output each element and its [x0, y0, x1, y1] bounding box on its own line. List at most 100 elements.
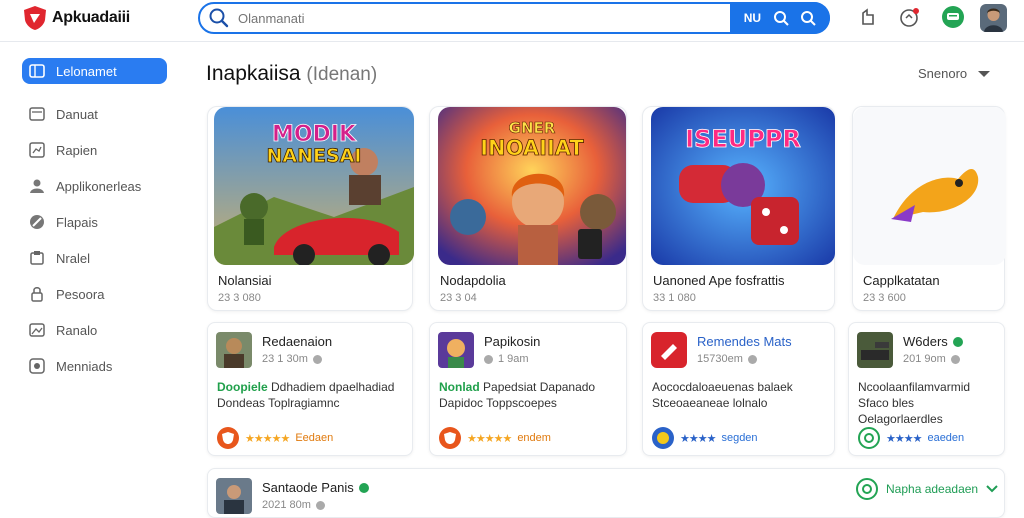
search-action-label[interactable]: NU	[744, 11, 761, 25]
app-list-row[interactable]: Santaode Panis 2021 80m Napha adeadaen	[207, 468, 1005, 518]
app-name: Nolansiai	[218, 273, 272, 288]
sidebar-item-8[interactable]: Menniads	[22, 348, 167, 384]
app-detail-card[interactable]: Papikosin 1 9am Nonlad Papedsiat Dapanad…	[429, 322, 627, 456]
app-meta-text: 23 1 30m	[262, 353, 308, 365]
rating-text: endem	[517, 432, 551, 444]
app-title-text: Redaenaion	[262, 334, 333, 349]
gamepad-icon	[28, 357, 46, 375]
logo-text: Apkuadaiii	[52, 9, 130, 26]
app-meta: 23 3 600	[863, 292, 906, 304]
sidebar-item-5[interactable]: Nralel	[22, 240, 167, 276]
chat-icon[interactable]	[941, 5, 965, 29]
search-input[interactable]	[238, 10, 718, 26]
app-thumbnail	[216, 478, 252, 514]
avatar[interactable]	[980, 4, 1007, 32]
rating-text: Eedaen	[295, 432, 334, 444]
app-title: Papikosin	[484, 334, 540, 349]
search-actions: NU	[730, 2, 830, 34]
sidebar-item-1[interactable]: Danuat	[22, 96, 167, 132]
featured-card[interactable]: ISEUPPR Uanoned Ape fosfrattis 33 1 080	[642, 106, 835, 311]
app-name: Uanoned Ape fosfrattis	[653, 273, 785, 288]
app-meta-text: 201 9om	[903, 353, 946, 365]
search-bar[interactable]: NU	[198, 2, 830, 34]
info-icon	[315, 500, 325, 510]
app-description: Ncoolaanfilamvarmid Sfaco bles Oelagorla…	[858, 379, 996, 427]
game-artwork: MODIK NANESAI	[214, 107, 414, 265]
featured-card[interactable]: Capplkatatan 23 3 600	[852, 106, 1006, 311]
sidebar-item-6[interactable]: Pesoora	[22, 276, 167, 312]
sidebar-item-3[interactable]: Applikonerleas	[22, 168, 167, 204]
verified-icon	[358, 482, 369, 493]
app-logo[interactable]: Apkuadaiii	[22, 5, 130, 31]
svg-text:MODIK: MODIK	[272, 122, 357, 147]
sidebar-item-7[interactable]: Ranalo	[22, 312, 167, 348]
app-logo-artwork	[853, 107, 1006, 265]
app-title-text: W6ders	[903, 334, 948, 349]
star-rating: ★★★★★	[467, 432, 512, 445]
sidebar-item-0[interactable]: Lelonamet	[22, 58, 167, 84]
inbox-icon	[28, 105, 46, 123]
install-action-label: Napha adeadaen	[886, 482, 979, 496]
install-action[interactable]: Napha adeadaen	[856, 478, 998, 500]
featured-card[interactable]: GNER INOAIIAT Nodapdolia 23 3 04	[429, 106, 627, 311]
app-detail-card[interactable]: W6ders 201 9om Ncoolaanfilamvarmid Sfaco…	[848, 322, 1005, 456]
chart-icon	[28, 141, 46, 159]
sort-dropdown[interactable]: Snenoro	[918, 66, 991, 81]
app-detail-card[interactable]: Remendes Mats 15730em Aococdaloaeuenas b…	[642, 322, 835, 456]
star-rating: ★★★★★	[245, 432, 290, 445]
featured-card[interactable]: MODIK NANESAI Nolansiai 23 3 080	[207, 106, 414, 311]
notification-icon[interactable]	[897, 5, 921, 29]
desc-highlight: Nonlad	[439, 380, 480, 394]
search-icon[interactable]	[800, 10, 816, 26]
app-detail-card[interactable]: Redaenaion 23 1 30m Doopiele Ddhadiem dp…	[207, 322, 413, 456]
download-icon[interactable]	[856, 5, 880, 29]
app-title-text: Santaode Panis	[262, 480, 354, 495]
app-title: W6ders	[903, 334, 963, 349]
svg-text:INOAIIAT: INOAIIAT	[480, 136, 584, 160]
app-meta-text: 15730em	[697, 353, 743, 365]
chevron-down-icon	[978, 70, 991, 77]
rating-row: ★★★★ eaeden	[858, 427, 964, 449]
sidebar-item-label: Danuat	[56, 106, 98, 122]
sidebar-item-2[interactable]: Rapien	[22, 132, 167, 168]
image-icon	[28, 321, 46, 339]
sidebar-item-4[interactable]: Flapais	[22, 204, 167, 240]
sidebar-item-label: Flapais	[56, 214, 98, 230]
chevron-down-icon[interactable]	[986, 485, 998, 493]
app-meta-text: 2021 80m	[262, 499, 311, 511]
app-meta: 2021 80m	[262, 499, 325, 511]
app-thumbnail	[438, 332, 474, 368]
sidebar-item-label: Rapien	[56, 142, 98, 158]
verified-icon	[952, 336, 963, 347]
sort-label: Snenoro	[918, 66, 968, 81]
app-name: Nodapdolia	[440, 273, 506, 288]
app-meta-text: 1 9am	[498, 353, 529, 365]
shield-badge-icon	[439, 427, 461, 449]
app-name: Capplkatatan	[863, 273, 940, 288]
desc-text: Ncoolaanfilamvarmid Sfaco bles Oelagorla…	[858, 380, 971, 426]
app-description: Nonlad Papedsiat Dapanado Dapidoc Toppsc…	[439, 379, 618, 411]
search-icon[interactable]	[773, 10, 789, 26]
game-artwork: ISEUPPR	[651, 107, 835, 265]
sidebar-item-label: Ranalo	[56, 322, 98, 338]
check-badge-icon	[856, 478, 878, 500]
app-title: Redaenaion	[262, 334, 332, 349]
app-meta: 23 3 04	[440, 292, 477, 304]
app-meta: 201 9om	[903, 353, 960, 365]
check-badge-icon	[858, 427, 880, 449]
svg-text:GNER: GNER	[509, 119, 556, 137]
globe-badge-icon	[652, 427, 674, 449]
star-rating: ★★★★	[680, 432, 716, 445]
page-title: Inapkaiisa (Idenan)	[206, 62, 377, 86]
logo-shield-icon	[24, 6, 46, 30]
app-meta: 23 3 080	[218, 292, 261, 304]
search-icon	[209, 8, 229, 28]
rating-row: ★★★★★ endem	[439, 427, 551, 449]
game-artwork: GNER INOAIIAT	[438, 107, 626, 265]
rating-text: eaeden	[927, 432, 965, 444]
user-icon	[28, 177, 46, 195]
lock-icon	[28, 285, 46, 303]
app-thumbnail	[857, 332, 893, 368]
app-description: Aococdaloaeuenas balaek Stceoaeaneae lol…	[652, 379, 826, 411]
info-icon	[747, 354, 757, 364]
